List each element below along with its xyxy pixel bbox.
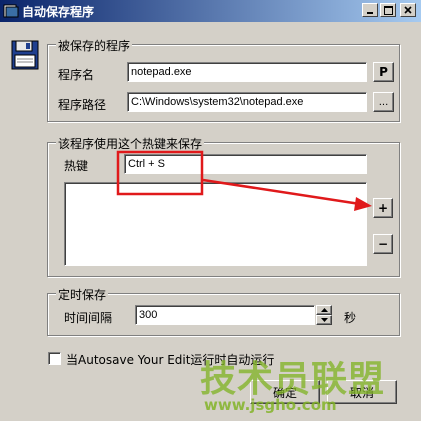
interval-input[interactable]: 300 bbox=[135, 305, 315, 325]
autostart-label: 当Autosave Your Edit运行时自动运行 bbox=[66, 353, 275, 367]
annotation-arrow-head bbox=[354, 197, 372, 211]
interval-unit: 秒 bbox=[344, 311, 357, 325]
autostart-checkbox[interactable] bbox=[48, 352, 61, 365]
cancel-button[interactable]: 取消 bbox=[327, 380, 397, 404]
interval-spinner[interactable] bbox=[316, 305, 332, 325]
autosave-window: 自动保存程序 被保存的程序 程序名 notepad.exe P 程序路径 C:\… bbox=[0, 0, 421, 421]
spin-down-button[interactable] bbox=[316, 315, 332, 325]
arrow-up-icon bbox=[320, 308, 328, 312]
ok-button[interactable]: 确定 bbox=[250, 380, 320, 404]
annotation-arrow-line bbox=[202, 178, 361, 206]
spin-up-button[interactable] bbox=[316, 305, 332, 315]
interval-label: 时间间隔 bbox=[64, 311, 113, 325]
highlight-box bbox=[116, 150, 204, 196]
arrow-down-icon bbox=[320, 318, 328, 322]
timer-group-legend: 定时保存 bbox=[56, 286, 109, 303]
